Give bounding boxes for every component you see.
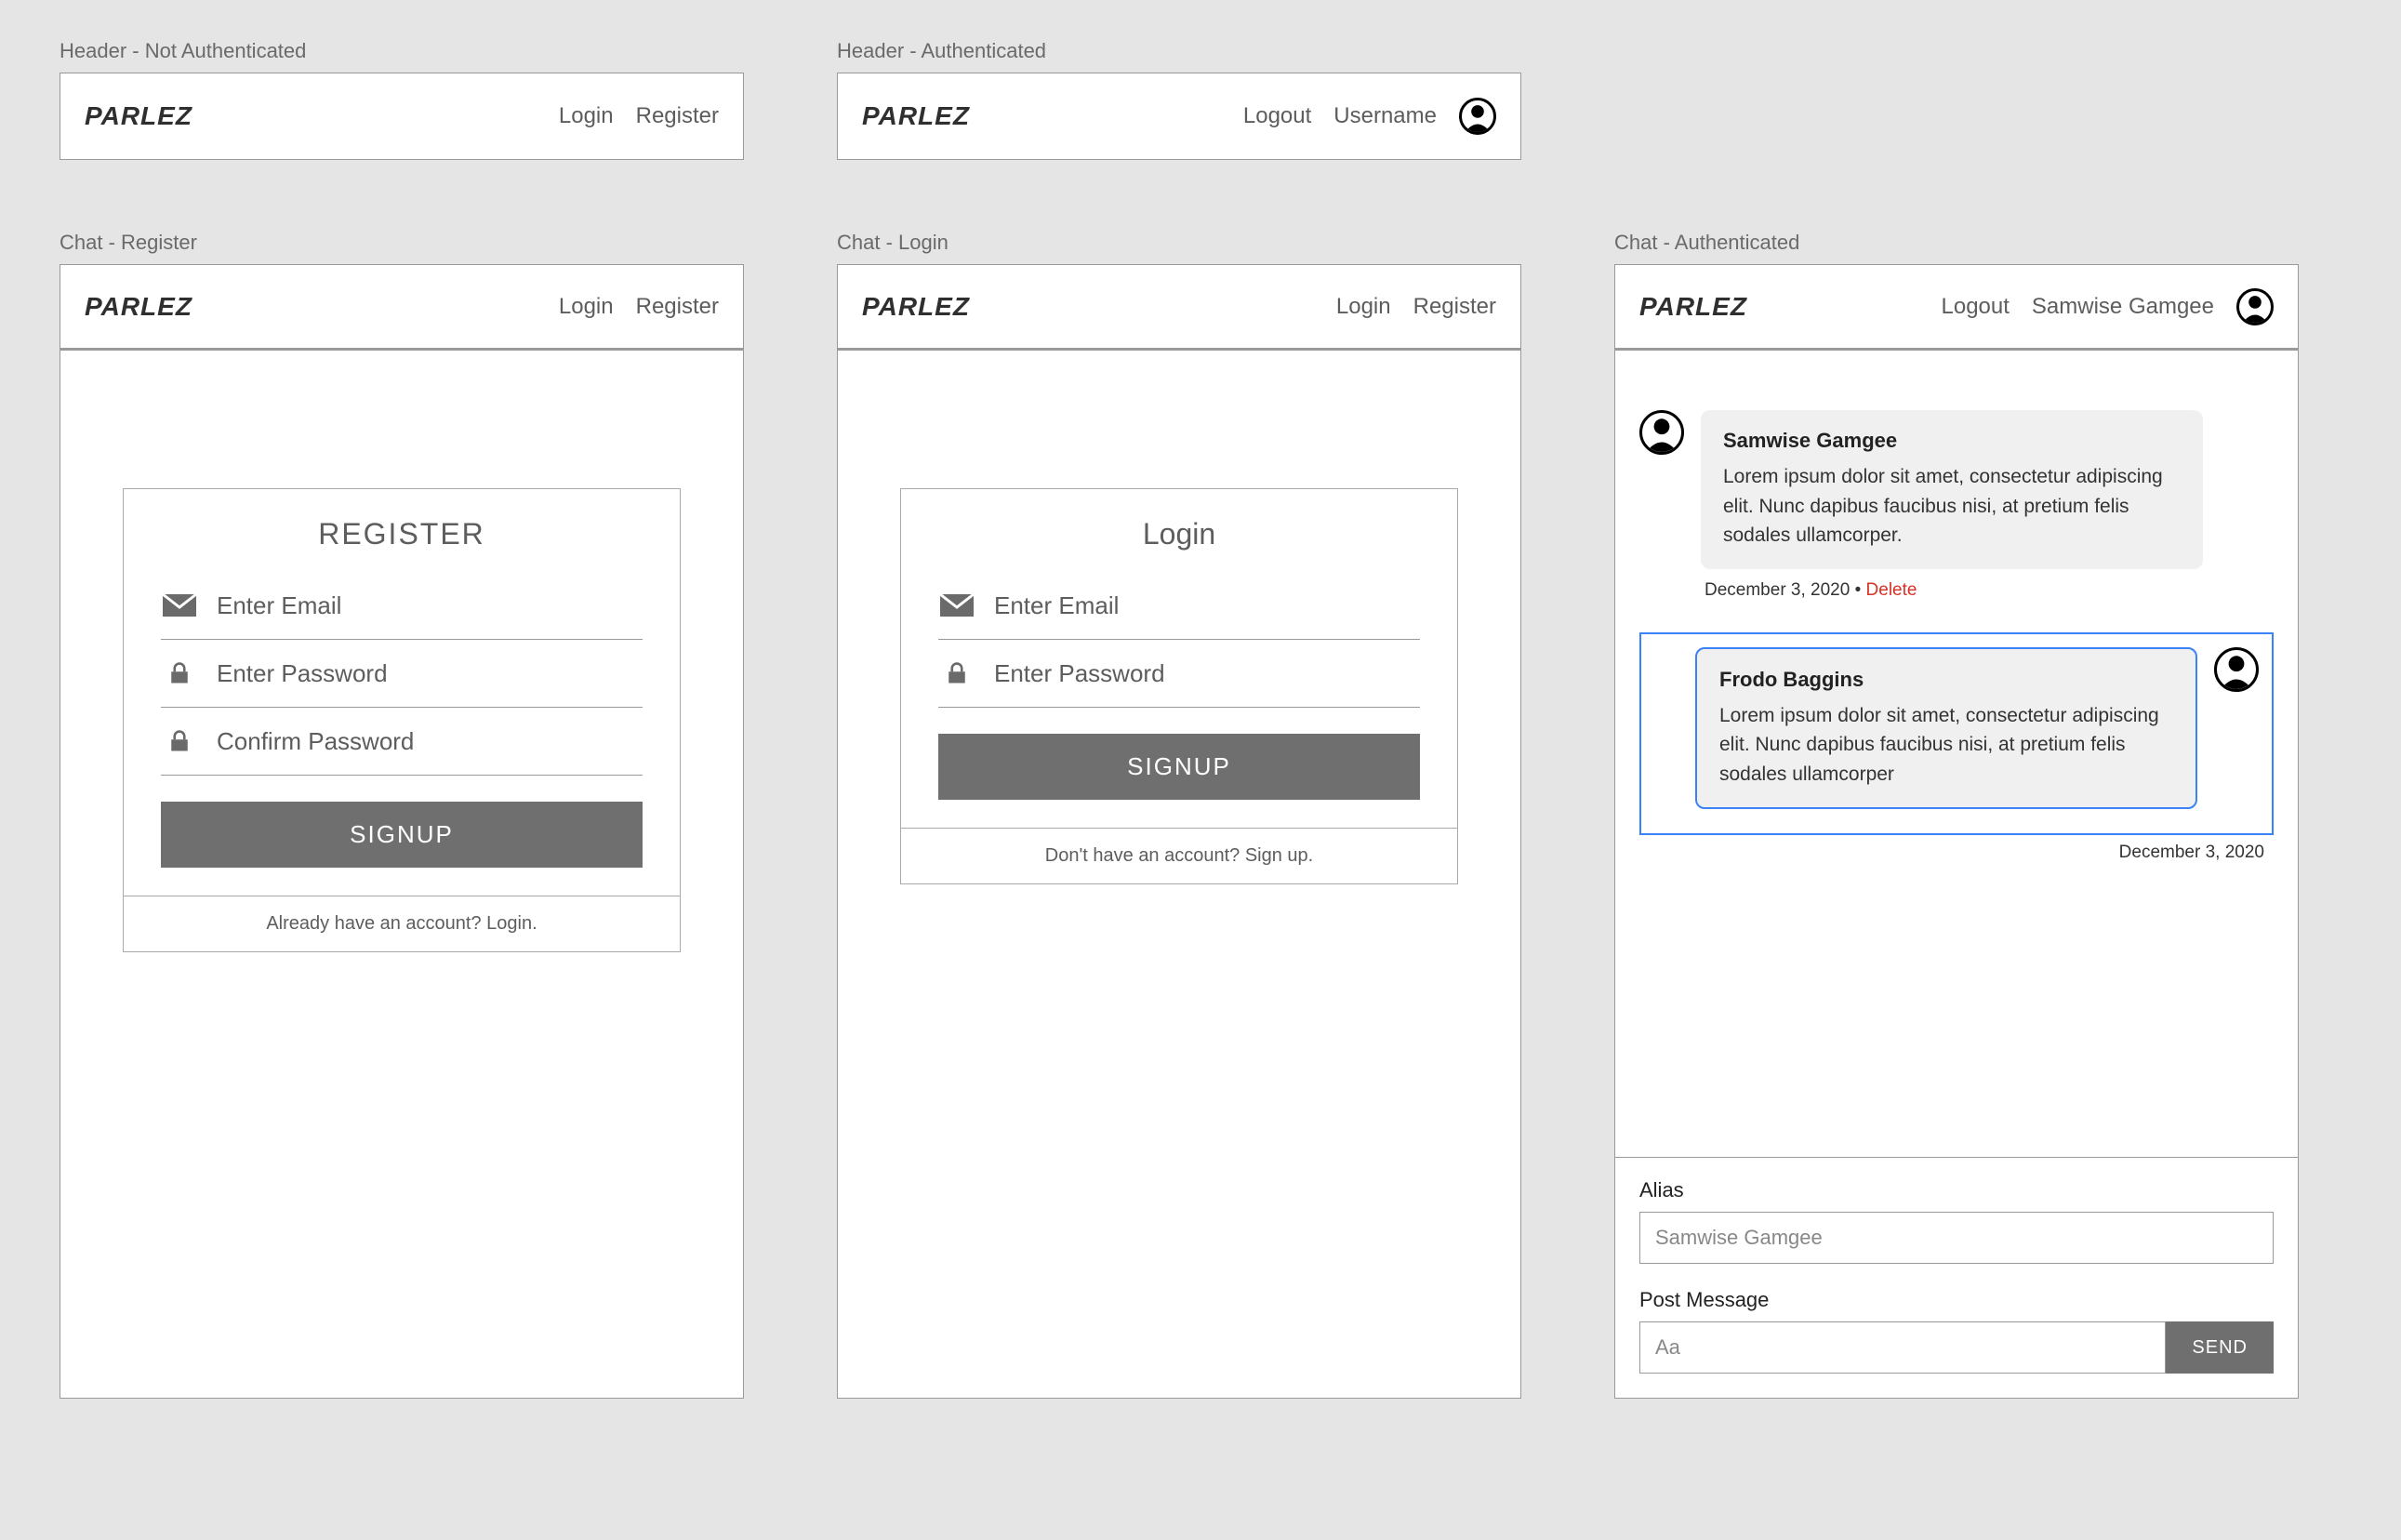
brand-logo[interactable]: PARLEZ <box>1639 292 1747 322</box>
register-link[interactable]: Register <box>636 294 719 320</box>
signup-button[interactable]: SIGNUP <box>938 734 1420 800</box>
password-placeholder: Enter Password <box>217 659 388 688</box>
nav: Login Register <box>559 103 719 129</box>
nav: Logout Samwise Gamgee <box>1942 288 2274 325</box>
header-bar: PARLEZ Logout Username <box>838 73 1520 159</box>
message-meta: December 3, 2020 <box>1639 843 2264 863</box>
header-bar: PARLEZ Logout Samwise Gamgee <box>1615 265 2298 351</box>
frame-header-not-auth: PARLEZ Login Register <box>60 73 744 160</box>
frame-chat-auth: PARLEZ Logout Samwise Gamgee Samwise Gam… <box>1614 264 2299 1399</box>
password-field[interactable]: Enter Password <box>938 640 1420 708</box>
lock-icon <box>161 658 198 688</box>
avatar-icon[interactable] <box>2236 288 2274 325</box>
section-label-chat-auth: Chat - Authenticated <box>1614 231 1799 255</box>
frame-header-auth: PARLEZ Logout Username <box>837 73 1521 160</box>
section-label-header-auth: Header - Authenticated <box>837 39 1046 63</box>
signup-button[interactable]: SIGNUP <box>161 802 643 868</box>
email-placeholder: Enter Email <box>994 591 1119 620</box>
card-title: Login <box>901 489 1457 572</box>
message-input[interactable]: Aa <box>1639 1321 2166 1374</box>
section-label-chat-login: Chat - Login <box>837 231 948 255</box>
mail-icon <box>938 591 975 620</box>
already-have-account-link[interactable]: Already have an account? Login. <box>124 896 680 951</box>
email-field[interactable]: Enter Email <box>938 572 1420 640</box>
brand-logo[interactable]: PARLEZ <box>862 292 970 322</box>
frame-chat-register: PARLEZ Login Register REGISTER Enter Ema… <box>60 264 744 1399</box>
register-card: REGISTER Enter Email Enter Password <box>123 488 681 952</box>
post-message-label: Post Message <box>1639 1288 2274 1312</box>
avatar-icon <box>1639 410 1684 455</box>
avatar-icon[interactable] <box>1459 98 1496 135</box>
nav: Login Register <box>559 294 719 320</box>
alias-label: Alias <box>1639 1178 2274 1202</box>
delete-link[interactable]: Delete <box>1866 580 1917 600</box>
message-list: Samwise Gamgee Lorem ipsum dolor sit ame… <box>1615 354 2298 1157</box>
logout-link[interactable]: Logout <box>1942 294 2010 320</box>
username-text: Username <box>1333 103 1437 129</box>
email-field[interactable]: Enter Email <box>161 572 643 640</box>
section-label-chat-register: Chat - Register <box>60 231 197 255</box>
lock-icon <box>161 726 198 756</box>
login-link[interactable]: Login <box>1336 294 1391 320</box>
send-button[interactable]: SEND <box>2166 1321 2274 1374</box>
username-text: Samwise Gamgee <box>2032 294 2214 320</box>
message-date: December 3, 2020 <box>2119 843 2264 862</box>
composer: Alias Samwise Gamgee Post Message Aa SEN… <box>1615 1157 2298 1398</box>
login-card: Login Enter Email Enter Password SIGNUP … <box>900 488 1458 884</box>
confirm-placeholder: Confirm Password <box>217 727 414 756</box>
avatar-icon <box>2214 647 2259 692</box>
header-bar: PARLEZ Login Register <box>60 73 743 159</box>
header-bar: PARLEZ Login Register <box>838 265 1520 351</box>
logout-link[interactable]: Logout <box>1243 103 1311 129</box>
brand-logo[interactable]: PARLEZ <box>85 292 192 322</box>
register-link[interactable]: Register <box>1413 294 1496 320</box>
nav: Logout Username <box>1243 98 1496 135</box>
card-title: REGISTER <box>124 489 680 572</box>
chat-body: Samwise Gamgee Lorem ipsum dolor sit ame… <box>1615 354 2298 1398</box>
signup-link[interactable]: Don't have an account? Sign up. <box>901 828 1457 883</box>
message-author: Frodo Baggins <box>1719 668 2173 692</box>
section-label-header-not-auth: Header - Not Authenticated <box>60 39 306 63</box>
brand-logo[interactable]: PARLEZ <box>85 101 192 131</box>
nav: Login Register <box>1336 294 1496 320</box>
message-text: Lorem ipsum dolor sit amet, consectetur … <box>1723 462 2181 551</box>
password-placeholder: Enter Password <box>994 659 1165 688</box>
selected-message-outline: Frodo Baggins Lorem ipsum dolor sit amet… <box>1639 632 2274 836</box>
login-link[interactable]: Login <box>559 103 614 129</box>
message-bubble[interactable]: Frodo Baggins Lorem ipsum dolor sit amet… <box>1695 647 2197 810</box>
lock-icon <box>938 658 975 688</box>
message-bubble[interactable]: Samwise Gamgee Lorem ipsum dolor sit ame… <box>1701 410 2203 569</box>
alias-input[interactable]: Samwise Gamgee <box>1639 1212 2274 1264</box>
frame-chat-login: PARLEZ Login Register Login Enter Email <box>837 264 1521 1399</box>
message-date: December 3, 2020 <box>1705 580 1850 600</box>
brand-logo[interactable]: PARLEZ <box>862 101 970 131</box>
register-link[interactable]: Register <box>636 103 719 129</box>
message-meta: December 3, 2020 • Delete <box>1705 580 2274 601</box>
message-author: Samwise Gamgee <box>1723 429 2181 453</box>
message-row: Frodo Baggins Lorem ipsum dolor sit amet… <box>1654 647 2259 810</box>
email-placeholder: Enter Email <box>217 591 341 620</box>
message-row: Samwise Gamgee Lorem ipsum dolor sit ame… <box>1639 410 2274 569</box>
login-link[interactable]: Login <box>559 294 614 320</box>
header-bar: PARLEZ Login Register <box>60 265 743 351</box>
password-field[interactable]: Enter Password <box>161 640 643 708</box>
mail-icon <box>161 591 198 620</box>
message-text: Lorem ipsum dolor sit amet, consectetur … <box>1719 701 2173 790</box>
confirm-password-field[interactable]: Confirm Password <box>161 708 643 776</box>
